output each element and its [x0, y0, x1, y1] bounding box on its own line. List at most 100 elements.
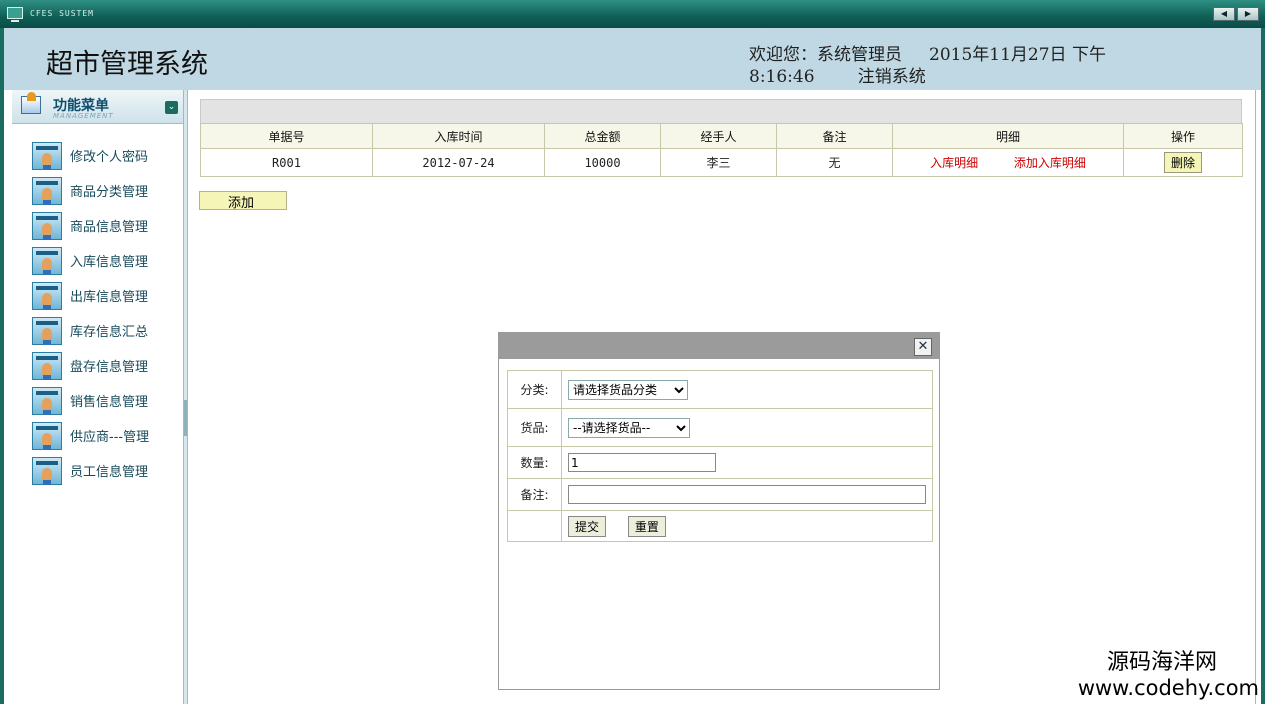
add-stock-in-detail-link[interactable]: 添加入库明细 — [1014, 156, 1086, 170]
remark-cell — [561, 478, 933, 511]
category-label: 分类: — [507, 370, 562, 409]
remark-input[interactable] — [568, 485, 926, 504]
sidebar-item-change-password[interactable]: 修改个人密码 — [32, 138, 149, 173]
sidebar-splitter[interactable] — [183, 90, 188, 704]
form-row-quantity: 数量: — [507, 446, 933, 479]
delete-button[interactable]: 删除 — [1163, 152, 1202, 173]
cell-date: 2012-07-24 — [372, 148, 545, 177]
stock-in-detail-link[interactable]: 入库明细 — [930, 156, 978, 170]
sidebar-item-label: 员工信息管理 — [70, 465, 149, 480]
cell-detail: 入库明细 添加入库明细 — [892, 148, 1124, 177]
welcome-area: 欢迎您：系统管理员 2015年11月27日 下午 8:16:46 注销系统 — [749, 44, 1189, 88]
nav-next-button[interactable]: ▶ — [1237, 7, 1259, 21]
sidebar-item-label: 供应商---管理 — [70, 430, 150, 445]
welcome-text: 欢迎您：系统管理员 — [749, 45, 902, 65]
user-icon — [32, 421, 62, 450]
form-row-actions: 提交 重置 — [507, 510, 933, 542]
sidebar-item-label: 出库信息管理 — [70, 290, 149, 305]
watermark-url: www.codehy.com — [1077, 676, 1259, 700]
sidebar-item-inventory-summary[interactable]: 库存信息汇总 — [32, 313, 149, 348]
sidebar-item-category[interactable]: 商品分类管理 — [32, 173, 149, 208]
collapse-menu-icon[interactable]: ⌄ — [165, 101, 178, 114]
column-header: 操作 — [1123, 123, 1243, 149]
sidebar-item-stock-out[interactable]: 出库信息管理 — [32, 278, 149, 313]
reset-button[interactable]: 重置 — [627, 515, 666, 537]
dialog-header: ✕ — [499, 333, 939, 359]
column-header: 备注 — [776, 123, 893, 149]
form-row-goods: 货品: --请选择货品-- — [507, 408, 933, 447]
detail-form: 分类: 请选择货品分类 货品: --请选择货品-- 数量: 备注: — [507, 370, 933, 542]
column-header: 明细 — [892, 123, 1124, 149]
page-header: 超市管理系统 欢迎您：系统管理员 2015年11月27日 下午 8:16:46 … — [0, 28, 1265, 90]
quantity-input[interactable] — [568, 453, 716, 472]
quantity-cell — [561, 446, 933, 479]
right-frame-edge — [1255, 90, 1265, 704]
monitor-icon — [7, 7, 23, 22]
sidebar: 功能菜单 MANAGEMENT ⌄ 修改个人密码 商品分类管理 商品信息管理 入… — [0, 90, 188, 704]
column-header: 单据号 — [200, 123, 373, 149]
user-icon — [32, 141, 62, 170]
window-nav: ◀ ▶ — [1213, 7, 1259, 21]
user-icon — [32, 316, 62, 345]
sidebar-item-label: 商品信息管理 — [70, 220, 149, 235]
window-brand: CFES SUSTEM — [30, 9, 94, 18]
category-select[interactable]: 请选择货品分类 — [568, 379, 688, 400]
nav-prev-button[interactable]: ◀ — [1213, 7, 1235, 21]
goods-label: 货品: — [507, 408, 562, 447]
sidebar-item-suppliers[interactable]: 供应商---管理 — [32, 418, 149, 453]
user-icon — [32, 386, 62, 415]
user-icon — [32, 281, 62, 310]
form-row-remark: 备注: — [507, 478, 933, 511]
window-titlebar: CFES SUSTEM ◀ ▶ — [0, 0, 1265, 28]
cell-total: 10000 — [544, 148, 661, 177]
column-header: 总金额 — [544, 123, 661, 149]
site-watermark: 源码海洋网 www.codehy.com — [1078, 650, 1259, 700]
menu-list: 修改个人密码 商品分类管理 商品信息管理 入库信息管理 出库信息管理 库存信息汇… — [32, 138, 149, 488]
table-toolbar — [200, 99, 1242, 123]
watermark-title: 源码海洋网 — [1106, 650, 1217, 675]
column-header: 经手人 — [660, 123, 777, 149]
sidebar-item-label: 库存信息汇总 — [70, 325, 149, 340]
current-time: 8:16:46 — [749, 67, 815, 87]
user-icon — [32, 456, 62, 485]
cell-remark: 无 — [776, 148, 893, 177]
menu-folder-icon — [21, 92, 41, 114]
category-cell: 请选择货品分类 — [561, 370, 933, 409]
logout-link[interactable]: 注销系统 — [858, 67, 926, 87]
user-icon — [32, 211, 62, 240]
cell-handler: 李三 — [660, 148, 777, 177]
goods-cell: --请选择货品-- — [561, 408, 933, 447]
cell-id: R001 — [200, 148, 373, 177]
table-row: R001 2012-07-24 10000 李三 无 入库明细 添加入库明细 删… — [200, 148, 1243, 177]
sidebar-item-stock-in[interactable]: 入库信息管理 — [32, 243, 149, 278]
form-row-category: 分类: 请选择货品分类 — [507, 370, 933, 409]
goods-select[interactable]: --请选择货品-- — [568, 417, 690, 438]
sidebar-item-label: 修改个人密码 — [70, 150, 149, 165]
stock-in-table: 单据号 入库时间 总金额 经手人 备注 明细 操作 R001 2012-07-2… — [200, 123, 1243, 177]
actions-cell: 提交 重置 — [561, 510, 933, 542]
add-detail-dialog: ✕ 分类: 请选择货品分类 货品: --请选择货品-- 数量: 1 备注: 提交… — [498, 332, 940, 690]
menu-subtitle: MANAGEMENT — [53, 112, 114, 120]
system-title: 超市管理系统 — [46, 49, 208, 80]
sidebar-item-goods[interactable]: 商品信息管理 — [32, 208, 149, 243]
sidebar-item-label: 商品分类管理 — [70, 185, 149, 200]
quantity-label: 数量: — [507, 446, 562, 479]
close-icon[interactable]: ✕ — [914, 338, 932, 356]
sidebar-item-stocktake[interactable]: 盘存信息管理 — [32, 348, 149, 383]
add-button[interactable]: 添加 — [199, 191, 287, 210]
column-header: 入库时间 — [372, 123, 545, 149]
remark-label: 备注: — [507, 478, 562, 511]
current-date: 2015年11月27日 下午 — [929, 45, 1106, 65]
sidebar-item-employees[interactable]: 员工信息管理 — [32, 453, 149, 488]
user-icon — [32, 351, 62, 380]
sidebar-item-label: 入库信息管理 — [70, 255, 149, 270]
sidebar-item-label: 盘存信息管理 — [70, 360, 149, 375]
cell-actions: 删除 — [1123, 148, 1243, 177]
user-icon — [32, 246, 62, 275]
stock-in-table-panel: 单据号 入库时间 总金额 经手人 备注 明细 操作 R001 2012-07-2… — [200, 99, 1243, 177]
sidebar-item-label: 销售信息管理 — [70, 395, 149, 410]
submit-button[interactable]: 提交 — [568, 515, 607, 537]
user-icon — [32, 176, 62, 205]
menu-header: 功能菜单 MANAGEMENT ⌄ — [12, 90, 186, 124]
sidebar-item-sales[interactable]: 销售信息管理 — [32, 383, 149, 418]
